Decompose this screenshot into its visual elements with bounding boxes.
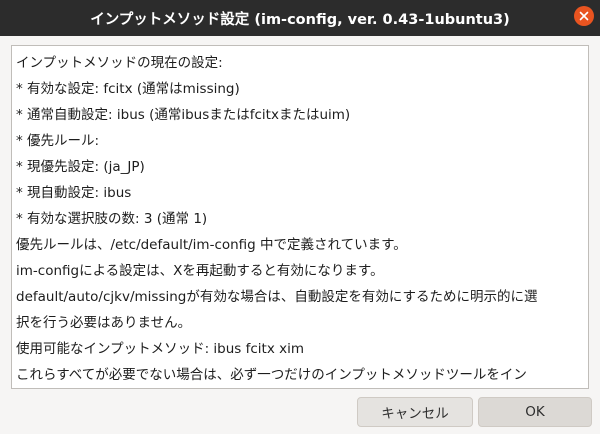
cancel-button[interactable]: キャンセル xyxy=(357,397,473,427)
message-line: * 有効な設定: fcitx (通常はmissing) xyxy=(16,81,240,97)
close-button[interactable] xyxy=(574,6,594,26)
message-line: 使用可能なインプットメソッド: ibus fcitx xim xyxy=(16,341,305,357)
message-line: 優先ルールは、/etc/default/im-config 中で定義されています… xyxy=(16,237,407,253)
title-bar: インプットメソッド設定 (im-config, ver. 0.43-1ubunt… xyxy=(0,0,600,36)
message-line: * 優先ルール: xyxy=(16,133,100,149)
message-line: im-configによる設定は、Xを再起動すると有効になります。 xyxy=(16,263,384,279)
message-line: default/auto/cjkv/missingが有効な場合は、自動設定を有効… xyxy=(16,289,538,305)
message-line: * 現優先設定: (ja_JP) xyxy=(16,159,145,175)
message-line: * 有効な選択肢の数: 3 (通常 1) xyxy=(16,211,208,227)
window-title: インプットメソッド設定 (im-config, ver. 0.43-1ubunt… xyxy=(90,11,510,28)
message-lines: インプットメソッドの現在の設定: * 有効な設定: fcitx (通常はmiss… xyxy=(12,50,588,388)
im-config-dialog: インプットメソッド設定 (im-config, ver. 0.43-1ubunt… xyxy=(0,0,600,434)
ok-button[interactable]: OK xyxy=(478,397,592,427)
message-line: これらすべてが必要でない場合は、必ず一つだけのインプットメソッドツールをイン xyxy=(16,367,527,383)
message-line: * 通常自動設定: ibus (通常ibusまたはfcitxまたはuim) xyxy=(16,107,351,123)
message-line: 択を行う必要はありません。 xyxy=(16,315,192,331)
close-icon xyxy=(579,11,589,21)
message-line: インプットメソッドの現在の設定: xyxy=(16,55,223,71)
message-line: * 現自動設定: ibus xyxy=(16,185,132,201)
message-text-area[interactable]: インプットメソッドの現在の設定: * 有効な設定: fcitx (通常はmiss… xyxy=(11,45,589,389)
